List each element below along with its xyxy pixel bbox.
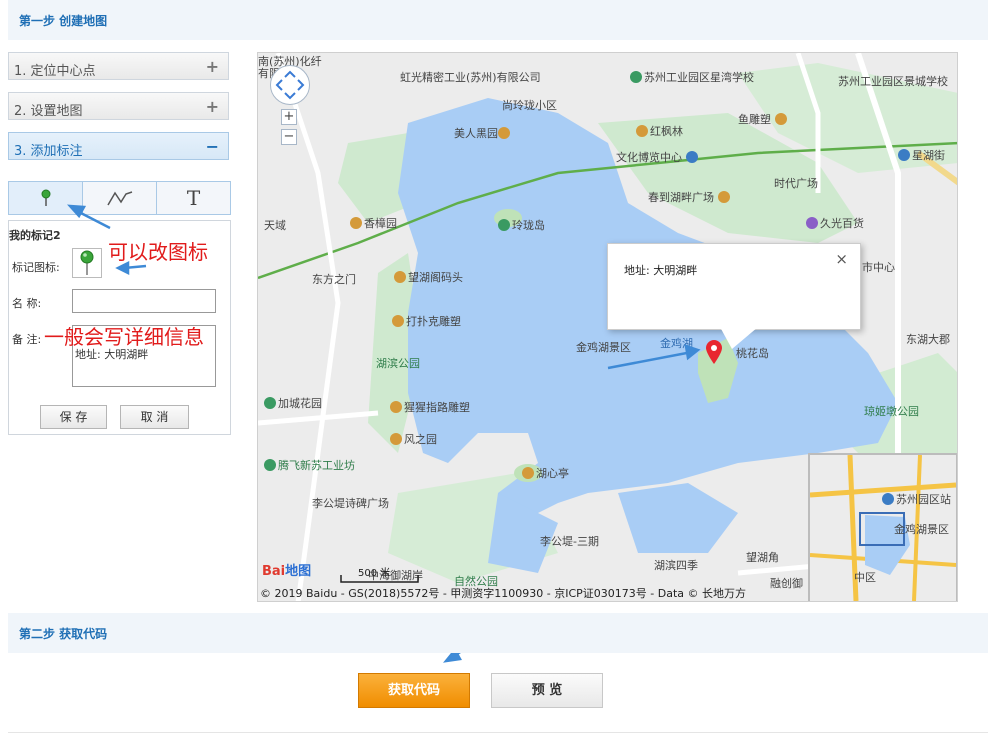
divider (8, 732, 988, 733)
get-code-button[interactable]: 获取代码 (358, 673, 470, 708)
preview-button[interactable]: 预 览 (491, 673, 603, 708)
step2-title: 第二步 获取代码 (19, 627, 108, 641)
step2-header: 第二步 获取代码 (8, 613, 988, 653)
